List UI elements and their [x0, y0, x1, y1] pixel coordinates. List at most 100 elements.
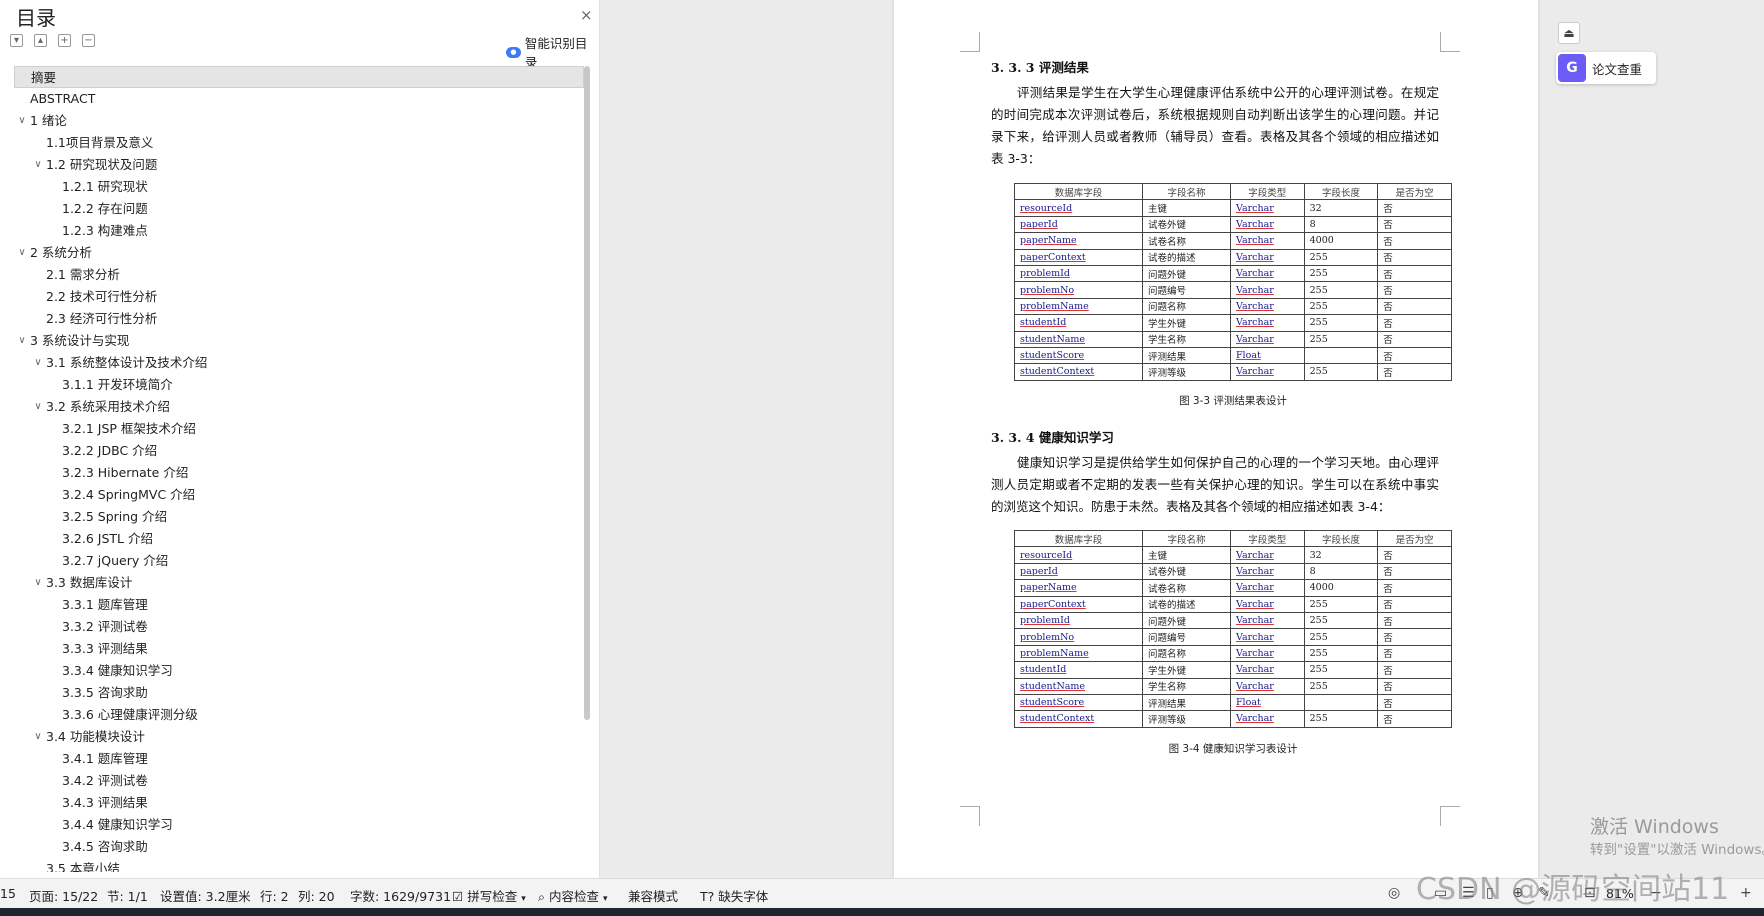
toc-item-label: 3.1 系统整体设计及技术介绍: [46, 355, 208, 370]
toc-item[interactable]: 3.3.3 评测结果: [14, 638, 584, 660]
table-cell: 问题外键: [1142, 264, 1231, 283]
toc-item[interactable]: 3.2.3 Hibernate 介绍: [14, 462, 584, 484]
toc-item-label: 2.3 经济可行性分析: [46, 311, 158, 326]
chevron-down-icon[interactable]: ∨: [32, 154, 44, 176]
toc-item[interactable]: 1.2.1 研究现状: [14, 176, 584, 198]
toc-item[interactable]: 1.2.2 存在问题: [14, 198, 584, 220]
table-cell: 32: [1303, 199, 1379, 217]
page-number: 15: [0, 886, 16, 901]
eye-protection-icon[interactable]: ◎: [1388, 885, 1400, 901]
table-row: studentName 学生名称 Varchar 255 否: [1013, 330, 1452, 348]
toc-item[interactable]: 3.4.4 健康知识学习: [14, 814, 584, 836]
table-cell: 否: [1377, 248, 1452, 266]
table-cell: 255: [1303, 297, 1379, 316]
table-row: paperContext 试卷的描述 Varchar 255 否: [1013, 595, 1452, 613]
chevron-down-icon[interactable]: ∨: [16, 330, 28, 352]
toc-item[interactable]: 3.2.4 SpringMVC 介绍: [14, 484, 584, 506]
toc-item[interactable]: 3.2.2 JDBC 介绍: [14, 440, 584, 462]
table-cell: 问题名称: [1142, 644, 1231, 663]
chevron-down-icon[interactable]: ∨: [16, 242, 28, 264]
missing-font-button[interactable]: T? 缺失字体: [700, 886, 768, 905]
toc-item[interactable]: 3.1.1 开发环境简介: [14, 374, 584, 396]
toc-item[interactable]: ∨ 3.2 系统采用技术介绍: [14, 396, 584, 418]
chevron-down-icon[interactable]: ∨: [32, 396, 44, 418]
table-cell: Varchar: [1229, 248, 1305, 266]
toc-item[interactable]: 3.3.5 咨询求助: [14, 682, 584, 704]
toc-item-label: 3.3.3 评测结果: [62, 641, 148, 656]
table-cell: 255: [1303, 281, 1379, 299]
chevron-down-icon[interactable]: ∨: [32, 352, 44, 374]
toc-item-label: 3.3.1 题库管理: [62, 597, 148, 612]
toc-item-label: 3.2 系统采用技术介绍: [46, 399, 170, 414]
toc-item[interactable]: ∨ 3 系统设计与实现: [14, 330, 584, 352]
toc-item[interactable]: 3.4.2 评测试卷: [14, 770, 584, 792]
toc-item[interactable]: 2.1 需求分析: [14, 264, 584, 286]
toc-item[interactable]: 3.2.7 jQuery 介绍: [14, 550, 584, 572]
document-page[interactable]: 3. 3. 3 评测结果 评测结果是学生在大学生心理健康评估系统中公开的心理评测…: [894, 0, 1538, 878]
toc-item[interactable]: ∨ 2 系统分析: [14, 242, 584, 264]
collapse-panel-button[interactable]: ⏏: [1558, 22, 1580, 44]
table-cell: paperName: [1013, 579, 1144, 597]
chevron-down-icon[interactable]: ∨: [16, 110, 28, 132]
section-indicator: 节: 1/1: [107, 889, 148, 904]
table-row: problemId 问题外键 Varchar 255 否: [1013, 264, 1452, 283]
add-heading-icon[interactable]: +: [58, 34, 71, 47]
table-header-cell: 是否为空: [1377, 182, 1452, 201]
expand-up-icon[interactable]: ▴: [34, 34, 47, 47]
toc-item[interactable]: 2.3 经济可行性分析: [14, 308, 584, 330]
table-row: problemNo 问题编号 Varchar 255 否: [1013, 281, 1452, 299]
toc-item[interactable]: 摘要: [14, 66, 584, 88]
table-cell: studentScore: [1013, 346, 1144, 365]
toc-item[interactable]: 3.5 本章小结: [14, 858, 584, 872]
paper-check-button[interactable]: G 论文查重: [1556, 52, 1656, 84]
chevron-down-icon[interactable]: ∨: [32, 726, 44, 748]
content-check-button[interactable]: ⌕ 内容检查 ▾: [538, 886, 608, 905]
toc-item[interactable]: ∨ 3.4 功能模块设计: [14, 726, 584, 748]
toc-item[interactable]: 3.2.5 Spring 介绍: [14, 506, 584, 528]
toc-item[interactable]: 1.1项目背景及意义: [14, 132, 584, 154]
toc-item[interactable]: ∨ 3.1 系统整体设计及技术介绍: [14, 352, 584, 374]
toc-item[interactable]: 3.3.4 健康知识学习: [14, 660, 584, 682]
table-cell: 主键: [1142, 546, 1231, 564]
toc-item[interactable]: 3.4.5 咨询求助: [14, 836, 584, 858]
toc-item[interactable]: ABSTRACT: [14, 88, 584, 110]
toc-item-label: 3.2.6 JSTL 介绍: [62, 531, 153, 546]
collapse-all-icon[interactable]: ▾: [10, 34, 23, 47]
toc-item[interactable]: ∨ 3.3 数据库设计: [14, 572, 584, 594]
toc-panel: 目录 × ▾ ▴ + − ● 智能识别目录 摘要 ABSTRACT ∨ 1 绪论 1.1…: [0, 0, 600, 878]
toc-item[interactable]: ∨ 1.2 研究现状及问题: [14, 154, 584, 176]
remove-heading-icon[interactable]: −: [82, 34, 95, 47]
table-cell: 否: [1377, 661, 1452, 679]
toc-scrollbar[interactable]: [584, 66, 590, 720]
toc-item-label: 1.2 研究现状及问题: [46, 157, 158, 172]
toc-item[interactable]: 3.3.2 评测试卷: [14, 616, 584, 638]
toc-list: 摘要 ABSTRACT ∨ 1 绪论 1.1项目背景及意义 ∨ 1.2 研究现状及问题 1.2…: [14, 66, 584, 872]
table-cell: paperId: [1013, 215, 1144, 234]
table-cell: 否: [1377, 314, 1452, 332]
toc-item[interactable]: 2.2 技术可行性分析: [14, 286, 584, 308]
table-cell: Varchar: [1229, 215, 1305, 234]
table-cell: studentScore: [1013, 693, 1144, 712]
table-row: paperId 试卷外键 Varchar 8 否: [1013, 215, 1452, 234]
toc-item[interactable]: ∨ 1 绪论: [14, 110, 584, 132]
zoom-in-icon[interactable]: +: [1740, 885, 1752, 901]
table-cell: studentId: [1013, 661, 1144, 679]
word-count[interactable]: 字数: 1629/9731: [350, 886, 451, 905]
close-icon[interactable]: ×: [580, 6, 593, 24]
toc-item[interactable]: 3.4.3 评测结果: [14, 792, 584, 814]
toc-item[interactable]: 3.3.6 心理健康评测分级: [14, 704, 584, 726]
toc-item[interactable]: 3.2.1 JSP 框架技术介绍: [14, 418, 584, 440]
table-cell: 255: [1303, 710, 1379, 728]
spell-check-button[interactable]: ☑ 拼写检查 ▾: [452, 886, 526, 905]
chevron-down-icon[interactable]: ∨: [32, 572, 44, 594]
page-indicator[interactable]: 页面: 15/22: [29, 886, 98, 905]
toc-item[interactable]: 1.2.3 构建难点: [14, 220, 584, 242]
table-cell: 问题外键: [1142, 611, 1231, 630]
table-cell: Varchar: [1229, 264, 1305, 283]
table-caption: 图 3-4 健康知识学习表设计: [1168, 743, 1298, 755]
table-cell: 否: [1377, 546, 1452, 564]
table-cell: Varchar: [1229, 661, 1305, 679]
toc-item[interactable]: 3.4.1 题库管理: [14, 748, 584, 770]
toc-item[interactable]: 3.3.1 题库管理: [14, 594, 584, 616]
toc-item[interactable]: 3.2.6 JSTL 介绍: [14, 528, 584, 550]
